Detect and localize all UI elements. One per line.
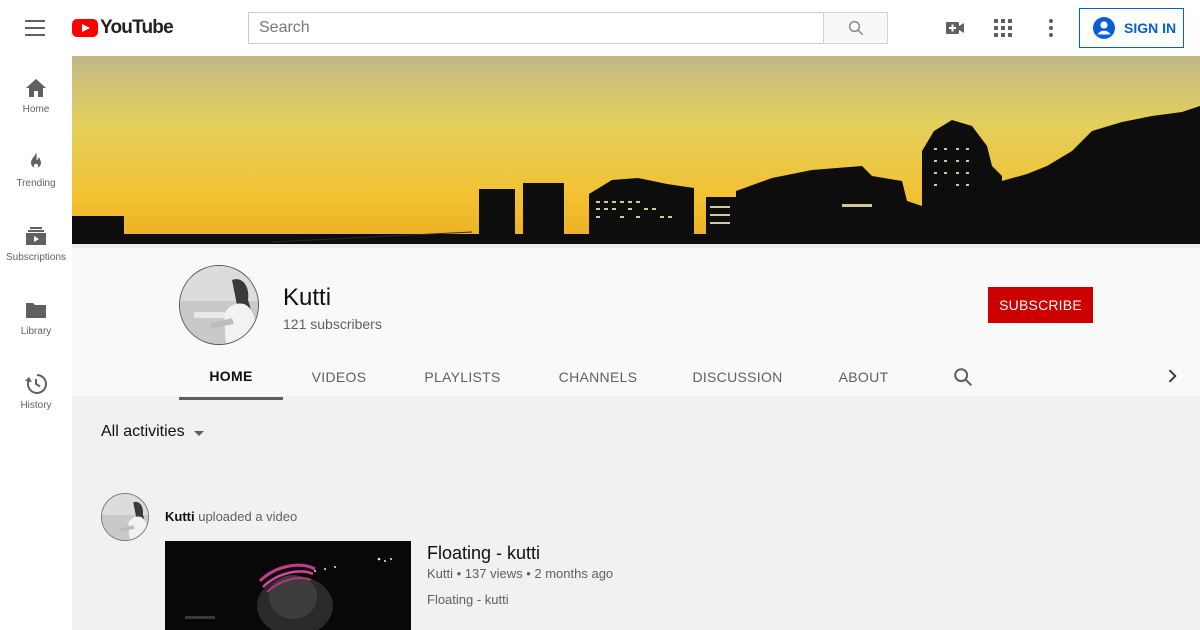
- logo-text: YouTube: [100, 17, 174, 38]
- activity-action: uploaded a video: [194, 509, 298, 524]
- folder-icon: [26, 303, 46, 318]
- tab-about[interactable]: ABOUT: [809, 354, 918, 400]
- youtube-play-icon: [72, 19, 98, 37]
- sign-in-button[interactable]: SIGN IN: [1079, 8, 1184, 48]
- sidebar-item-trending[interactable]: Trending: [0, 130, 72, 204]
- activity-avatar[interactable]: [101, 493, 149, 541]
- tab-discussion[interactable]: DISCUSSION: [666, 354, 809, 400]
- channel-banner: [72, 56, 1200, 244]
- subscriber-count: 121 subscribers: [283, 316, 382, 332]
- create-video-icon[interactable]: [943, 16, 967, 40]
- sidebar: Home Trending Subscriptions Library Hist…: [0, 56, 72, 630]
- activity-filter-label: All activities: [101, 423, 185, 440]
- chevron-right-icon[interactable]: [1162, 366, 1182, 386]
- sidebar-item-label: Subscriptions: [5, 252, 67, 263]
- search-bar: [248, 12, 888, 44]
- channel-search-icon[interactable]: [952, 366, 974, 388]
- sidebar-item-home[interactable]: Home: [0, 56, 72, 130]
- activity-filter-dropdown[interactable]: All activities: [101, 423, 204, 441]
- sidebar-item-history[interactable]: History: [0, 352, 72, 426]
- sidebar-item-label: Trending: [16, 178, 56, 189]
- youtube-logo[interactable]: YouTube: [72, 17, 174, 39]
- tab-videos[interactable]: VIDEOS: [283, 354, 395, 400]
- video-title[interactable]: Floating - kutti: [427, 543, 540, 564]
- menu-icon[interactable]: [24, 18, 48, 38]
- sidebar-item-label: Library: [20, 326, 52, 337]
- channel-header: Kutti 121 subscribers SUBSCRIBE HOME VID…: [72, 244, 1200, 400]
- subscribe-button[interactable]: SUBSCRIBE: [988, 287, 1093, 323]
- tab-channels[interactable]: CHANNELS: [530, 354, 666, 400]
- sign-in-label: SIGN IN: [1124, 20, 1177, 36]
- tab-home[interactable]: HOME: [179, 354, 283, 400]
- sidebar-item-label: History: [20, 400, 52, 411]
- fire-icon: [31, 152, 41, 169]
- home-icon: [26, 79, 46, 97]
- search-icon: [848, 20, 863, 36]
- sidebar-item-library[interactable]: Library: [0, 278, 72, 352]
- search-input[interactable]: [248, 12, 823, 44]
- caret-down-icon: [193, 430, 204, 436]
- subscriptions-icon: [26, 227, 46, 245]
- channel-avatar[interactable]: [179, 265, 259, 345]
- video-meta: Kutti • 137 views • 2 months ago: [427, 566, 614, 581]
- video-age: 2 months ago: [534, 566, 614, 581]
- account-icon: [1093, 17, 1115, 39]
- sidebar-item-label: Home: [22, 104, 50, 115]
- top-bar: YouTube SIGN IN: [0, 0, 1200, 56]
- sidebar-item-subscriptions[interactable]: Subscriptions: [0, 204, 72, 278]
- video-thumbnail[interactable]: [165, 541, 411, 630]
- tab-playlists[interactable]: PLAYLISTS: [395, 354, 530, 400]
- history-icon: [25, 374, 47, 394]
- video-views: 137 views: [464, 566, 523, 581]
- channel-name: Kutti: [283, 284, 332, 311]
- more-options-icon[interactable]: [1039, 16, 1063, 40]
- apps-icon[interactable]: [991, 16, 1015, 40]
- video-channel-link[interactable]: Kutti: [427, 566, 453, 581]
- activity-description: Kutti uploaded a video: [165, 509, 297, 524]
- activity-author[interactable]: Kutti: [165, 509, 195, 524]
- search-button[interactable]: [823, 12, 888, 44]
- video-description: Floating - kutti: [427, 592, 509, 607]
